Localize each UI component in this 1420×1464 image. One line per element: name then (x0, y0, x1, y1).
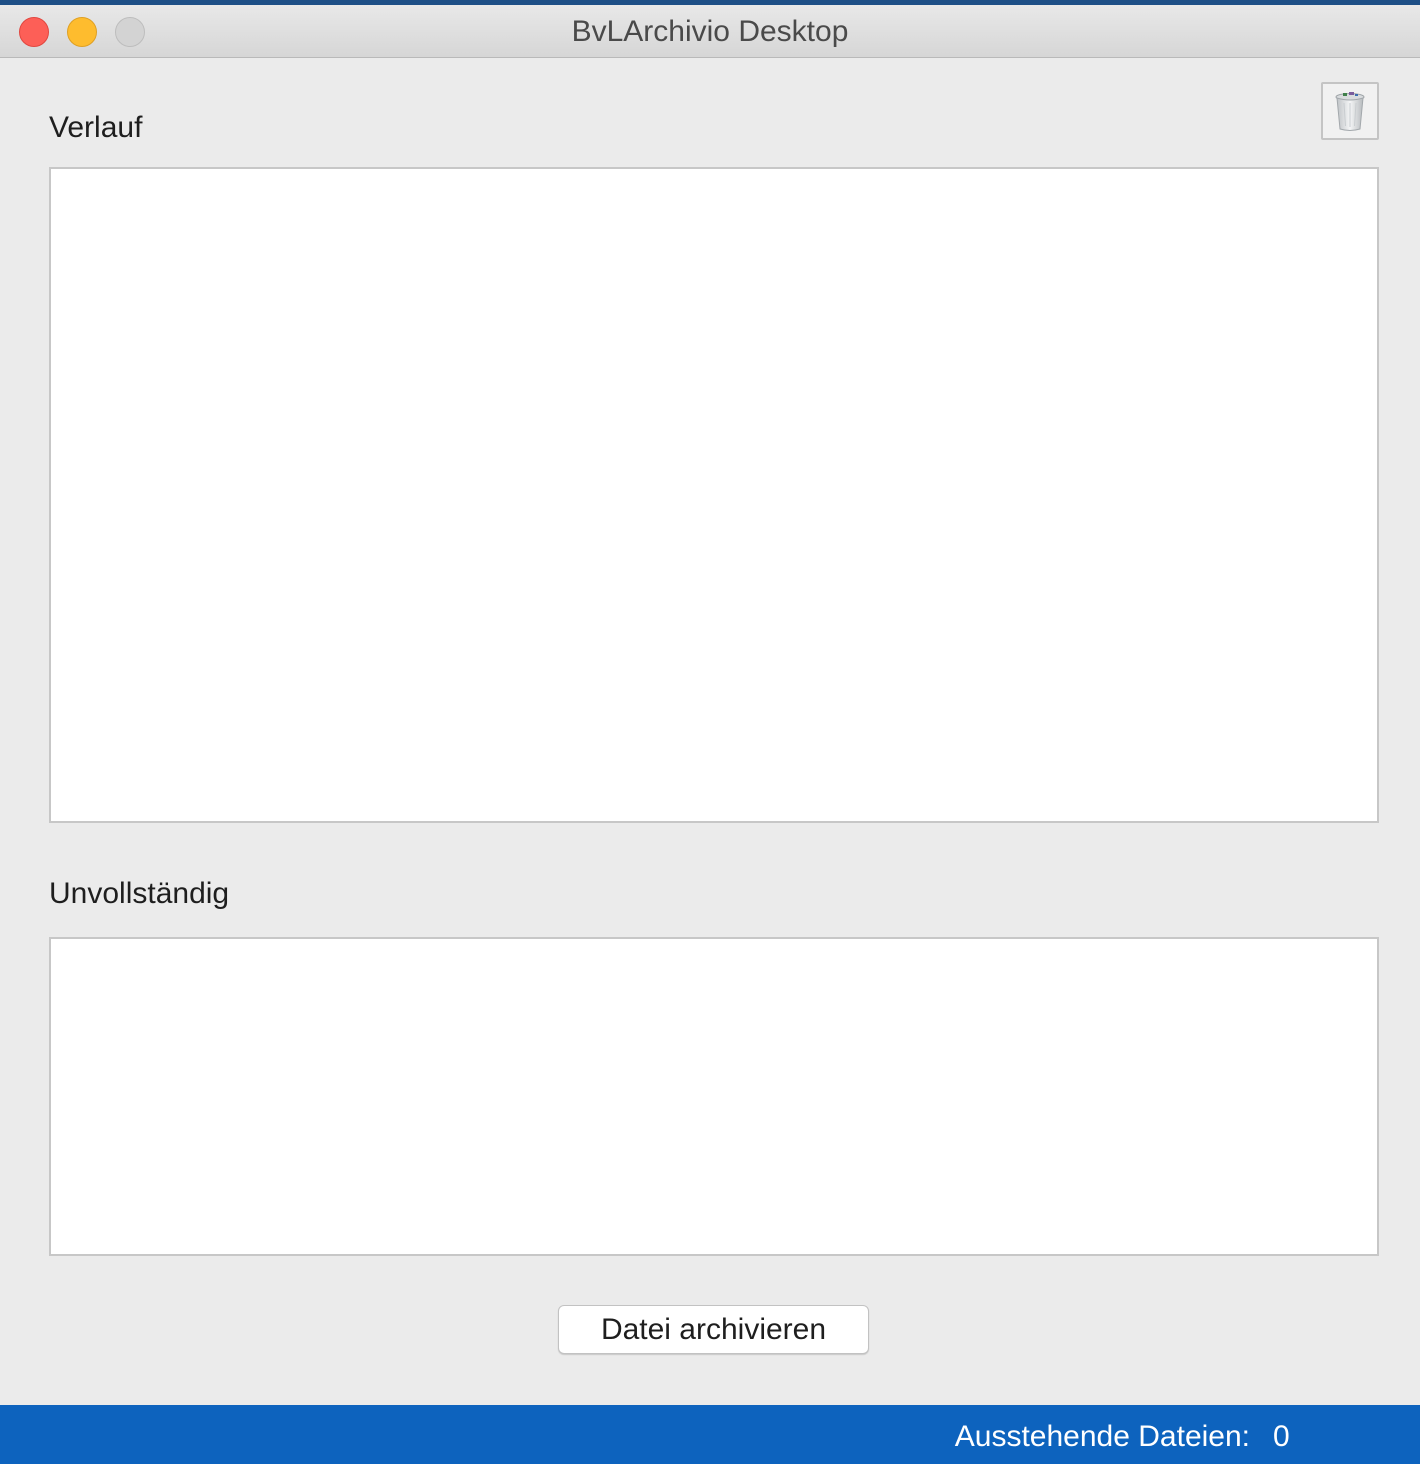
app-window: BvLArchivio Desktop Verlauf Unvollständi… (0, 0, 1420, 1464)
status-bar: Ausstehende Dateien: 0 (0, 1405, 1420, 1464)
title-bar[interactable]: BvLArchivio Desktop (0, 5, 1420, 58)
pending-files-label: Ausstehende Dateien: (954, 1420, 1250, 1453)
history-label: Verlauf (49, 111, 143, 144)
window-title: BvLArchivio Desktop (571, 15, 849, 48)
incomplete-label: Unvollständig (49, 877, 230, 910)
trash-icon (1335, 92, 1365, 131)
history-list[interactable] (49, 167, 1379, 823)
archive-file-button[interactable]: Datei archivieren (558, 1305, 869, 1354)
pending-files-count: 0 (1273, 1420, 1290, 1453)
trash-button[interactable] (1321, 82, 1379, 140)
incomplete-list[interactable] (49, 937, 1379, 1256)
